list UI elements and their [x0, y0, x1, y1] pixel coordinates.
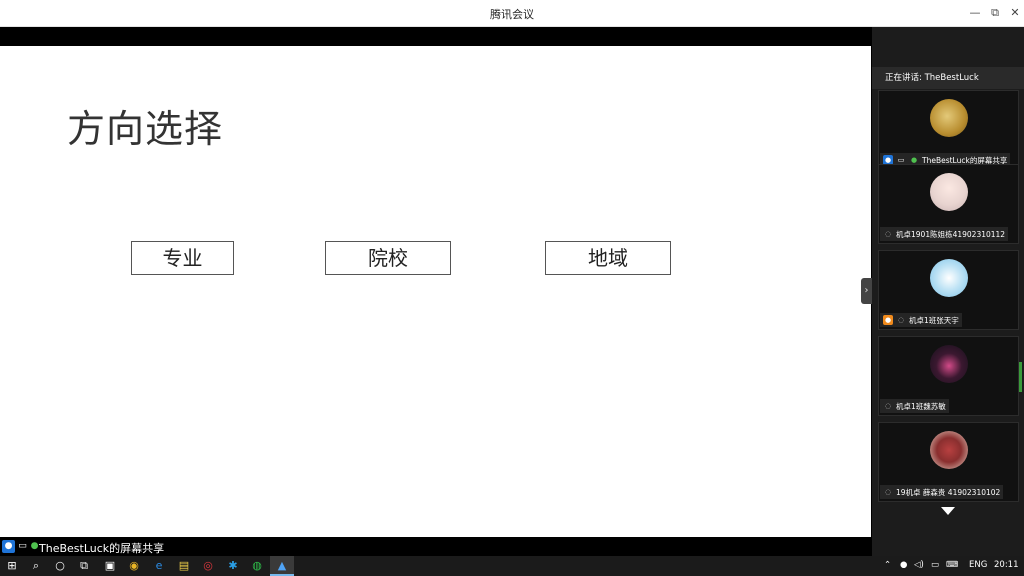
language-indicator[interactable]: ENG — [969, 560, 987, 570]
music-app-icon[interactable]: ◎ — [200, 558, 216, 574]
wechat-icon[interactable]: ◍ — [249, 558, 265, 574]
app-icon[interactable]: ✱ — [225, 558, 241, 574]
mic-icon: ● — [30, 541, 39, 551]
mic-muted-icon: ◌ — [897, 316, 905, 324]
option-box-region: 地域 — [545, 241, 671, 275]
participant-name: 机卓1班魏苏敏 — [896, 401, 946, 411]
participant-tile[interactable]: ● ▭ ● TheBestLuck的屏幕共享 — [878, 90, 1019, 170]
option-box-school: 院校 — [325, 241, 451, 275]
windows-start-icon[interactable]: ⊞ — [4, 558, 20, 574]
keyboard-icon[interactable]: ⌨ — [946, 560, 958, 570]
mic-muted-icon: ◌ — [884, 488, 892, 496]
participant-tile[interactable]: ◌ 机卓1班魏苏敏 — [878, 336, 1019, 416]
avatar — [930, 173, 968, 211]
option-box-major: 专业 — [131, 241, 234, 275]
screen-share-icon: ▭ — [18, 541, 27, 551]
participant-name: 机卓1901陈姐栋41902310112 — [896, 229, 1006, 239]
minimize-button[interactable]: — — [965, 4, 985, 22]
window-title: 腾讯会议 — [490, 8, 534, 21]
user-icon: ● — [2, 540, 15, 553]
speaking-indicator: 正在讲话: TheBestLuck — [872, 67, 1024, 89]
avatar — [930, 345, 968, 383]
share-status-bar: ● ▭ ● TheBestLuck的屏幕共享 — [0, 537, 872, 556]
share-label: TheBestLuck的屏幕共享 — [39, 542, 165, 555]
restore-button[interactable]: ⧉ — [985, 4, 1005, 22]
volume-icon[interactable]: ◁) — [914, 560, 924, 570]
collapse-panel-button[interactable]: › — [861, 278, 872, 304]
avatar — [930, 259, 968, 297]
avatar — [930, 99, 968, 137]
app-window: 腾讯会议 — ⧉ ✕ 方向选择 专业 院校 地域 › ● ▭ ● TheBest… — [0, 0, 1024, 576]
clock[interactable]: 20:11 — [994, 560, 1019, 570]
avatar — [930, 431, 968, 469]
tray-chevron-icon[interactable]: ⌃ — [884, 560, 891, 570]
taskbar: ⊞ ⌕ ○ ⧉ ▣ ◉ e ▤ ◎ ✱ ◍ ▲ ⌃ ● ◁) ▭ ⌨ ENG 2… — [0, 556, 1024, 576]
notes-icon[interactable]: ▤ — [176, 558, 192, 574]
participant-name: 19机卓 薛森贵 41902310102 — [896, 487, 1001, 497]
task-view-icon[interactable]: ⧉ — [76, 558, 92, 574]
panel-scrollbar[interactable] — [1019, 362, 1022, 392]
tray-mic-icon[interactable]: ● — [900, 560, 907, 570]
scroll-down-icon[interactable] — [941, 507, 955, 515]
mic-muted-icon: ◌ — [884, 230, 892, 238]
cortana-icon[interactable]: ○ — [52, 558, 68, 574]
tencent-meeting-taskbar-button[interactable]: ▲ — [270, 556, 294, 576]
speaking-text: 正在讲话: TheBestLuck — [885, 73, 979, 83]
shared-screen-area: 方向选择 专业 院校 地域 — [0, 27, 872, 537]
edge-icon[interactable]: e — [151, 558, 167, 574]
participant-tile[interactable]: ◌ 19机卓 薛森贵 41902310102 — [878, 422, 1019, 502]
chrome-icon[interactable]: ◉ — [126, 558, 142, 574]
participant-tile[interactable]: ◌ 机卓1901陈姐栋41902310112 — [878, 164, 1019, 244]
participant-tile[interactable]: ● ◌ 机卓1班张天宇 — [878, 250, 1019, 330]
participant-panel: 正在讲话: TheBestLuck ● ▭ ● TheBestLuck的屏幕共享… — [872, 27, 1024, 556]
mic-muted-icon: ◌ — [884, 402, 892, 410]
store-icon[interactable]: ▣ — [102, 558, 118, 574]
title-bar: 腾讯会议 — ⧉ ✕ — [0, 0, 1024, 27]
presentation-slide: 方向选择 专业 院校 地域 — [0, 46, 871, 537]
close-button[interactable]: ✕ — [1005, 4, 1024, 22]
battery-icon[interactable]: ▭ — [931, 560, 939, 570]
tencent-meeting-icon: ▲ — [277, 559, 287, 572]
participant-name: 机卓1班张天宇 — [909, 315, 959, 325]
host-icon: ● — [883, 315, 893, 325]
search-icon[interactable]: ⌕ — [28, 558, 44, 574]
slide-title: 方向选择 — [67, 107, 224, 151]
